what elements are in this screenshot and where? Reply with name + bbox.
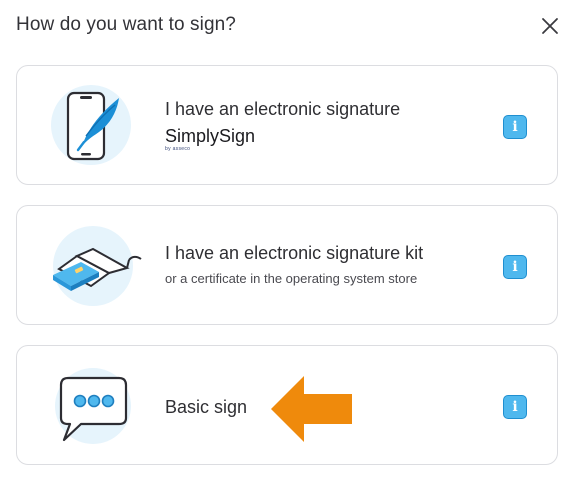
info-button[interactable]: i [503,255,527,279]
card-reader-icon [53,226,142,306]
option-signature-kit[interactable]: I have an electronic signature kit or a … [16,205,558,325]
asseco-tag: by asseco [165,146,191,152]
close-icon [542,18,558,34]
simplysign-logo: SimplySign [165,126,256,146]
option-title: I have an electronic signature kit [165,243,424,263]
info-button[interactable]: i [503,395,527,419]
info-icon: i [512,399,518,415]
chat-bubble-icon [55,368,131,444]
info-button[interactable]: i [503,115,527,139]
phone-feather-icon [51,85,131,165]
option-title: I have an electronic signature [165,99,401,119]
arrow-left-icon [271,376,352,442]
option-subtitle: or a certificate in the operating system… [165,271,418,286]
option-electronic-signature[interactable]: I have an electronic signature SimplySig… [16,65,558,185]
option-title: Basic sign [165,397,248,417]
close-button[interactable] [538,14,562,38]
info-icon: i [512,119,518,135]
dialog-title: How do you want to sign? [16,14,236,35]
info-icon: i [512,259,518,275]
